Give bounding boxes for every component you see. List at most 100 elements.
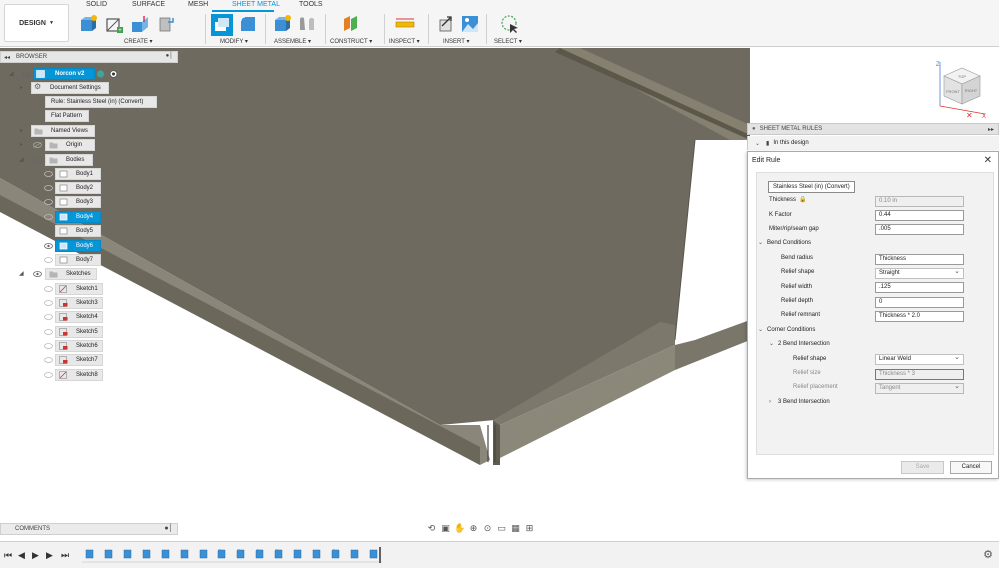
- collapse-arrow-icon[interactable]: ◢: [19, 154, 24, 166]
- visibility-eye-icon[interactable]: [44, 243, 53, 249]
- timeline-feature-sketch-icon[interactable]: [180, 549, 189, 559]
- visibility-eye-icon[interactable]: [44, 171, 53, 177]
- corner-relief-shape-select[interactable]: Linear Weld: [875, 353, 964, 365]
- visibility-eye-icon[interactable]: [44, 357, 53, 363]
- timeline-feature-sketch-icon[interactable]: [142, 549, 151, 559]
- visibility-eye-icon[interactable]: [44, 286, 53, 292]
- pin-icon[interactable]: ●│: [166, 53, 173, 59]
- thickness-field[interactable]: 0.10 in: [875, 196, 964, 207]
- insert-image-icon[interactable]: [460, 14, 480, 34]
- expand-arrow-icon[interactable]: ▸: [20, 125, 23, 137]
- visibility-eye-icon[interactable]: [44, 314, 53, 320]
- go-to-start-icon[interactable]: ⏮: [4, 550, 12, 561]
- group-create[interactable]: CREATE ▾: [124, 38, 153, 45]
- timeline-feature-flange-icon[interactable]: [255, 549, 264, 559]
- pan-icon[interactable]: ✋: [454, 523, 465, 534]
- visibility-eye-icon[interactable]: [44, 185, 53, 191]
- tab-tools[interactable]: TOOLS: [299, 1, 323, 8]
- three-bend-intersection-section[interactable]: › 3 Bend Intersection: [769, 397, 830, 408]
- timeline-feature-sketch-icon[interactable]: [85, 549, 94, 559]
- visibility-eye-icon[interactable]: [44, 329, 53, 335]
- unfold-icon[interactable]: [156, 14, 176, 34]
- timeline-feature-sketch-icon[interactable]: [293, 549, 302, 559]
- expand-arrow-icon[interactable]: ▸: [20, 82, 23, 94]
- look-at-icon[interactable]: ▣: [440, 523, 451, 534]
- visibility-eye-icon[interactable]: [33, 271, 42, 277]
- group-assemble[interactable]: ASSEMBLE ▾: [274, 38, 311, 45]
- browser-header[interactable]: ◂◂ BROWSER ●│: [0, 51, 178, 63]
- step-forward-icon[interactable]: ▶: [46, 550, 53, 561]
- display-settings-icon[interactable]: ▭: [496, 523, 507, 534]
- two-bend-intersection-section[interactable]: ⌄ 2 Bend Intersection: [769, 339, 830, 350]
- rule-name-field[interactable]: Stainless Steel (in) (Convert): [768, 181, 855, 193]
- visibility-eye-icon[interactable]: [44, 199, 53, 205]
- go-to-end-icon[interactable]: ⏭: [61, 550, 69, 561]
- add-comment-icon[interactable]: ●│: [164, 525, 173, 532]
- close-icon[interactable]: ✕: [966, 111, 973, 120]
- gear-icon[interactable]: ⚙: [983, 548, 993, 561]
- chevron-down-icon[interactable]: ⌄: [758, 325, 767, 336]
- timeline-feature-sketch-icon[interactable]: [123, 549, 132, 559]
- orbit-icon[interactable]: ⟲: [426, 523, 437, 534]
- offset-plane-icon[interactable]: [341, 14, 361, 34]
- timeline-feature-sketch-icon[interactable]: [369, 549, 378, 559]
- gap-field[interactable]: .005: [875, 224, 964, 235]
- step-back-icon[interactable]: ◀: [18, 550, 25, 561]
- visibility-eye-icon[interactable]: [22, 71, 31, 77]
- timeline-feature-sketch-icon[interactable]: [161, 549, 170, 559]
- joint-icon[interactable]: [297, 14, 317, 34]
- grid-icon[interactable]: ▦: [510, 523, 521, 534]
- timeline-feature-sketch-icon[interactable]: [350, 549, 359, 559]
- visibility-eye-icon[interactable]: [44, 228, 53, 234]
- relief-shape-select[interactable]: Straight: [875, 267, 964, 279]
- expand-arrow-icon[interactable]: ▸: [20, 139, 23, 151]
- visibility-eye-icon[interactable]: [44, 372, 53, 378]
- bend-radius-field[interactable]: Thickness: [875, 254, 964, 265]
- fillet-icon[interactable]: [238, 14, 258, 34]
- new-component-assemble-icon[interactable]: [272, 14, 292, 34]
- expand-panel-icon[interactable]: ▸▸: [988, 126, 994, 133]
- viewcube[interactable]: Z X TOP FRONT RIGHT: [930, 58, 990, 118]
- timeline-feature-flange-icon[interactable]: [331, 549, 340, 559]
- collapse-arrow-icon[interactable]: ◢: [19, 268, 24, 280]
- visibility-eye-icon[interactable]: [44, 214, 53, 220]
- kfactor-field[interactable]: 0.44: [875, 210, 964, 221]
- radio-active-icon[interactable]: [109, 70, 118, 78]
- measure-icon[interactable]: [395, 14, 415, 34]
- new-component-icon[interactable]: [78, 14, 98, 34]
- visibility-eye-icon[interactable]: [44, 257, 53, 263]
- group-select[interactable]: SELECT ▾: [494, 38, 522, 45]
- timeline-feature-flange-icon[interactable]: [217, 549, 226, 559]
- timeline-feature-sketch-icon[interactable]: [104, 549, 113, 559]
- timeline-features[interactable]: [82, 547, 382, 563]
- relief-size-field[interactable]: Thickness * 3: [875, 369, 964, 380]
- group-insert[interactable]: INSERT ▾: [443, 38, 469, 45]
- visibility-eye-icon[interactable]: [33, 157, 42, 163]
- lock-icon[interactable]: 🔒: [799, 195, 806, 206]
- chevron-down-icon[interactable]: ⌄: [769, 339, 778, 350]
- tab-mesh[interactable]: MESH: [188, 1, 208, 8]
- flange-icon[interactable]: [130, 14, 150, 34]
- collapse-arrow-icon[interactable]: ◢: [9, 68, 14, 80]
- collapse-panel-icon[interactable]: ◂◂: [4, 54, 10, 61]
- relief-depth-field[interactable]: 0: [875, 297, 964, 308]
- close-icon[interactable]: ✕: [984, 155, 992, 166]
- activate-icon[interactable]: [96, 70, 105, 78]
- cancel-button[interactable]: Cancel: [950, 461, 992, 474]
- fit-icon[interactable]: ⊙: [482, 523, 493, 534]
- visibility-eye-icon[interactable]: [33, 142, 42, 148]
- create-sketch-icon[interactable]: +: [104, 14, 124, 34]
- chevron-down-icon[interactable]: ⌄: [755, 140, 760, 147]
- group-inspect[interactable]: INSPECT ▾: [389, 38, 420, 45]
- sheet-metal-rules-header[interactable]: ● SHEET METAL RULES ▸▸: [747, 123, 999, 135]
- timeline-feature-sketch-icon[interactable]: [312, 549, 321, 559]
- relief-width-field[interactable]: .125: [875, 282, 964, 293]
- tab-solid[interactable]: SOLID: [86, 1, 107, 8]
- visibility-eye-icon[interactable]: [44, 300, 53, 306]
- press-pull-icon[interactable]: [211, 14, 233, 36]
- bend-conditions-section[interactable]: ⌄ Bend Conditions: [758, 238, 811, 249]
- chevron-down-icon[interactable]: ⌄: [758, 238, 767, 249]
- group-construct[interactable]: CONSTRUCT ▾: [330, 38, 372, 45]
- select-icon[interactable]: [500, 14, 520, 34]
- viewports-icon[interactable]: ⊞: [524, 523, 535, 534]
